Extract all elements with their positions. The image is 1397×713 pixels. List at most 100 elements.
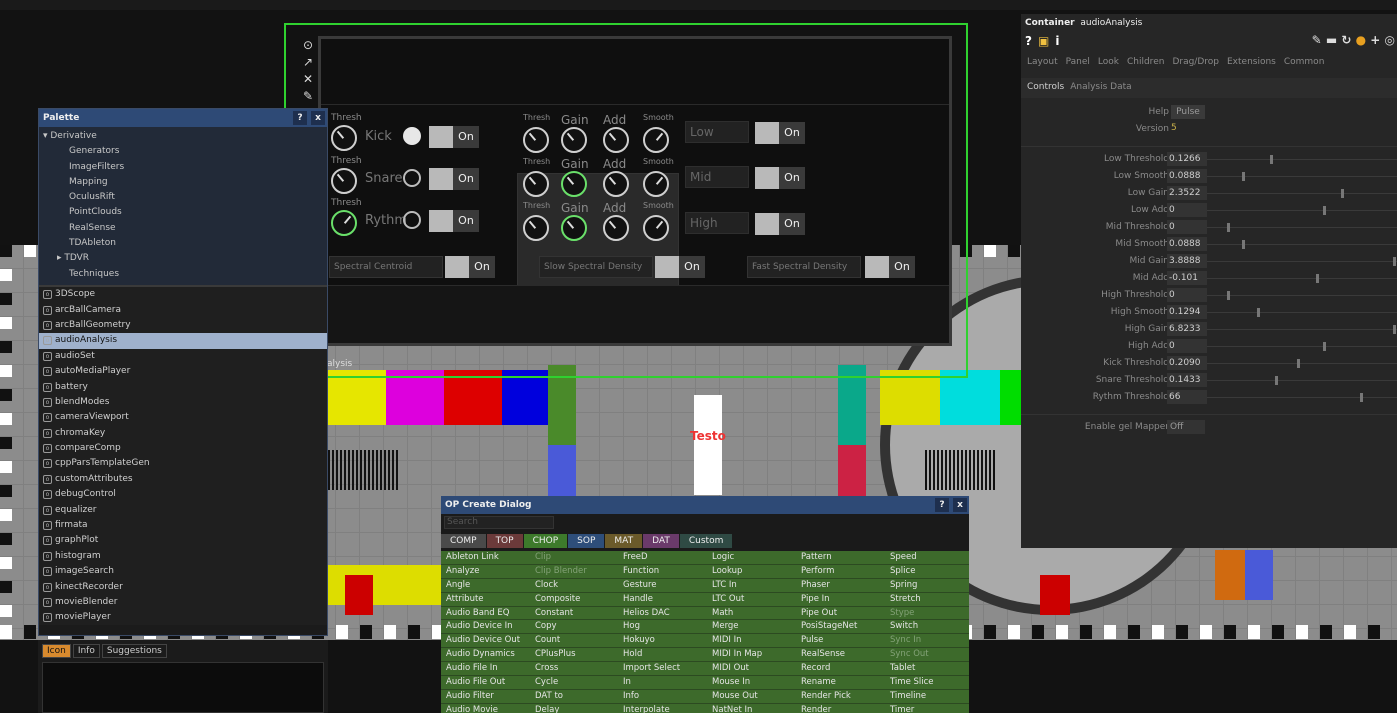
opc-operator-item[interactable]: Audio File In xyxy=(441,662,530,677)
param-slider-track[interactable] xyxy=(1207,159,1397,160)
band-knob[interactable] xyxy=(523,215,549,241)
opc-operator-item[interactable]: Clip xyxy=(530,551,618,565)
opc-operator-item[interactable]: Delay xyxy=(530,703,618,713)
opc-operator-item[interactable]: PosiStageNet xyxy=(796,620,885,635)
snare-toggle[interactable]: On xyxy=(429,168,479,190)
palette-tree-item[interactable]: TDAbleton xyxy=(39,236,327,251)
opc-operator-item[interactable]: Splice xyxy=(885,564,969,579)
tab-suggestions[interactable]: Suggestions xyxy=(101,644,167,658)
opc-operator-item[interactable]: Function xyxy=(618,564,707,579)
opc-operator-item[interactable]: Info xyxy=(618,689,707,704)
opc-operator-item[interactable]: MIDI In xyxy=(707,634,796,649)
palette-tree-item[interactable]: Techniques xyxy=(39,267,327,282)
opc-operator-item[interactable]: In xyxy=(618,676,707,690)
spectral-centroid-field[interactable]: Spectral Centroid xyxy=(329,256,443,278)
opc-family-tab[interactable]: Custom xyxy=(679,534,733,548)
palette-list-item[interactable]: o customAttributes xyxy=(39,472,327,487)
param-slider-track[interactable] xyxy=(1207,380,1397,381)
param-slider-handle[interactable] xyxy=(1227,223,1231,232)
opc-operator-item[interactable]: FreeD xyxy=(618,551,707,565)
band-knob[interactable] xyxy=(561,215,587,241)
param-page-tab[interactable]: Extensions xyxy=(1227,57,1276,71)
low-band-field[interactable]: Low xyxy=(685,121,749,143)
band-knob[interactable] xyxy=(523,127,549,153)
opc-operator-item[interactable]: RealSense xyxy=(796,648,885,663)
opc-operator-item[interactable]: Timer xyxy=(885,703,969,713)
palette-list-item[interactable]: o histogram xyxy=(39,549,327,564)
opc-operator-item[interactable]: Mouse In xyxy=(707,676,796,690)
param-slider-track[interactable] xyxy=(1207,193,1397,194)
opc-operator-item[interactable]: Gesture xyxy=(618,578,707,593)
palette-list-item[interactable]: o chromaKey xyxy=(39,426,327,441)
python-icon[interactable]: ▣ xyxy=(1038,34,1049,48)
band-knob[interactable] xyxy=(561,171,587,197)
param-value-field[interactable]: 0.1266 xyxy=(1167,152,1207,166)
param-slider-track[interactable] xyxy=(1207,278,1397,279)
opc-operator-item[interactable]: Render xyxy=(796,703,885,713)
opc-operator-item[interactable]: Count xyxy=(530,634,618,649)
band-knob[interactable] xyxy=(603,215,629,241)
param-slider-handle[interactable] xyxy=(1269,155,1273,164)
opc-operator-item[interactable]: Pattern xyxy=(796,551,885,565)
opc-operator-item[interactable]: Pulse xyxy=(796,634,885,649)
color-icon[interactable]: ● xyxy=(1356,33,1366,47)
help-pulse-button[interactable]: Pulse xyxy=(1171,105,1205,119)
palette-list-item[interactable]: o audioSet xyxy=(39,349,327,364)
opc-operator-item[interactable]: Audio File Out xyxy=(441,676,530,690)
palette-tree-item[interactable]: ImageFilters xyxy=(39,160,327,175)
spectral-centroid-toggle[interactable]: On xyxy=(445,256,495,278)
param-slider-handle[interactable] xyxy=(1227,291,1231,300)
opc-family-tab[interactable]: TOP xyxy=(486,534,523,548)
comment-icon[interactable]: ▬ xyxy=(1326,33,1337,47)
param-slider-track[interactable] xyxy=(1207,295,1397,296)
opc-operator-item[interactable]: Phaser xyxy=(796,578,885,593)
opc-operator-item[interactable]: Handle xyxy=(618,592,707,607)
opc-operator-item[interactable]: Clock xyxy=(530,578,618,593)
palette-list-item[interactable]: o compareComp xyxy=(39,441,327,456)
param-slider-handle[interactable] xyxy=(1323,342,1327,351)
kick-toggle[interactable]: On xyxy=(429,126,479,148)
palette-list-item[interactable]: o cppParsTemplateGen xyxy=(39,456,327,471)
low-band-toggle[interactable]: On xyxy=(755,122,805,144)
opc-operator-item[interactable]: Clip Blender xyxy=(530,564,618,579)
opc-operator-item[interactable]: Audio Device Out xyxy=(441,634,530,649)
band-knob[interactable] xyxy=(643,215,669,241)
param-slider-track[interactable] xyxy=(1207,346,1397,347)
palette-list-item[interactable]: o movieBlender xyxy=(39,595,327,610)
palette-list-item[interactable]: o cameraViewport xyxy=(39,410,327,425)
opc-operator-item[interactable]: Timeline xyxy=(885,689,969,704)
opc-operator-item[interactable]: Stype xyxy=(885,606,969,621)
high-band-toggle[interactable]: On xyxy=(755,213,805,235)
param-slider-track[interactable] xyxy=(1207,227,1397,228)
param-value-field[interactable]: 2.3522 xyxy=(1167,186,1207,200)
opc-operator-item[interactable]: Composite xyxy=(530,592,618,607)
palette-tree-item[interactable]: RealSense xyxy=(39,221,327,236)
tab-info[interactable]: Info xyxy=(72,644,100,658)
opc-operator-item[interactable]: Switch xyxy=(885,620,969,635)
param-slider-track[interactable] xyxy=(1207,244,1397,245)
param-value-field[interactable]: 0 xyxy=(1167,339,1207,353)
opc-operator-item[interactable]: DAT to xyxy=(530,689,618,704)
param-slider-handle[interactable] xyxy=(1393,325,1396,334)
slow-density-toggle[interactable]: On xyxy=(655,256,705,278)
fast-density-field[interactable]: Fast Spectral Density xyxy=(747,256,861,278)
snare-thresh-knob[interactable] xyxy=(331,168,357,194)
opc-family-tab[interactable]: CHOP xyxy=(523,534,568,548)
opc-operator-item[interactable]: Merge xyxy=(707,620,796,635)
param-value-field[interactable]: 6.8233 xyxy=(1167,322,1207,336)
param-slider-track[interactable] xyxy=(1207,261,1397,262)
close-icon[interactable]: ✕ xyxy=(301,72,315,86)
param-slider-handle[interactable] xyxy=(1359,393,1363,402)
opc-operator-item[interactable]: Spring xyxy=(885,578,969,593)
subpage-analysis-data[interactable]: Analysis Data xyxy=(1070,82,1131,94)
param-page-tab[interactable]: Common xyxy=(1284,57,1325,71)
palette-list-item[interactable]: o graphPlot xyxy=(39,533,327,548)
rythm-toggle[interactable]: On xyxy=(429,210,479,232)
opc-operator-item[interactable]: Pipe Out xyxy=(796,606,885,621)
param-slider-handle[interactable] xyxy=(1393,257,1396,266)
opc-operator-item[interactable]: MIDI In Map xyxy=(707,648,796,663)
param-page-tab[interactable]: Look xyxy=(1098,57,1119,71)
param-slider-handle[interactable] xyxy=(1341,189,1345,198)
slow-density-field[interactable]: Slow Spectral Density xyxy=(539,256,653,278)
opc-family-tab[interactable]: MAT xyxy=(605,534,643,548)
